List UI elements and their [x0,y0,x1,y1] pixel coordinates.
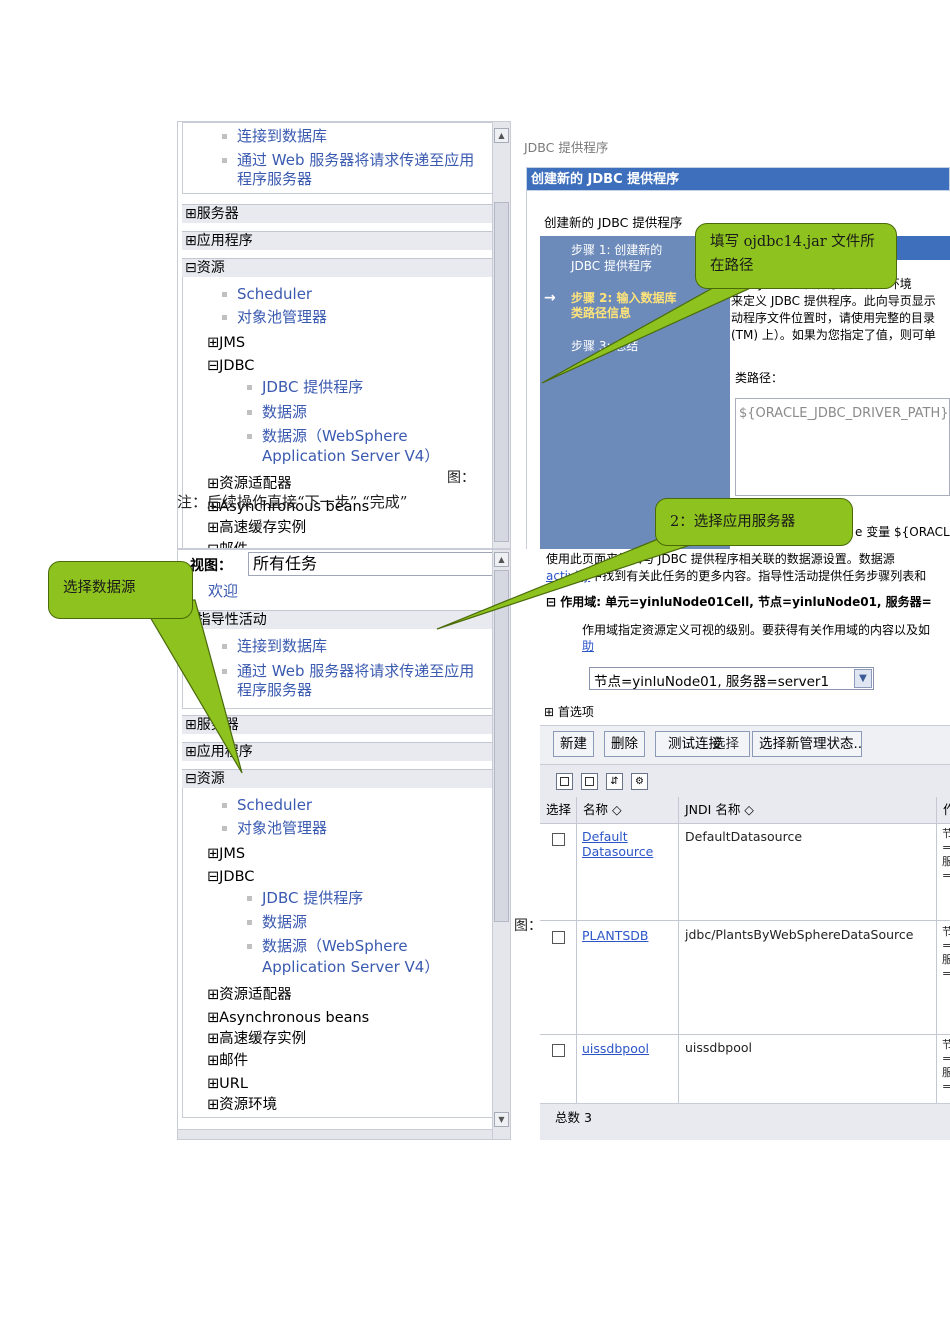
callout-select-datasource: 选择数据源 [48,561,193,619]
callout-classpath: 填写 ojdbc14.jar 文件所在路径 [695,223,897,289]
callout-3-pointer [138,599,243,774]
callout-select-server: 2：选择应用服务器 [655,498,853,546]
callout-pointers [138,269,791,774]
